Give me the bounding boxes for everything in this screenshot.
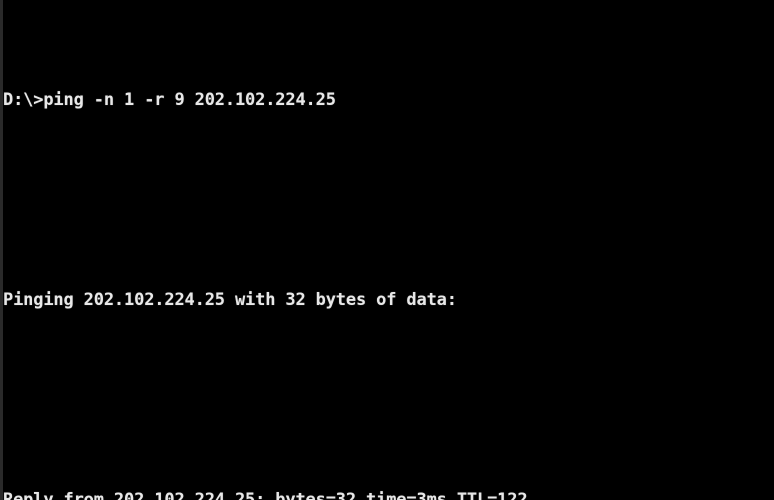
ping-header-line: Pinging 202.102.224.25 with 32 bytes of … [3,290,457,310]
reply-line: Reply from 202.102.224.25: bytes=32 time… [3,490,528,500]
terminal-output[interactable]: D:\>ping -n 1 -r 9 202.102.224.25 Pingin… [0,0,774,500]
command-prompt-window[interactable]: D:\>ping -n 1 -r 9 202.102.224.25 Pingin… [0,0,774,500]
prompt-line: D:\>ping -n 1 -r 9 202.102.224.25 [3,90,336,110]
